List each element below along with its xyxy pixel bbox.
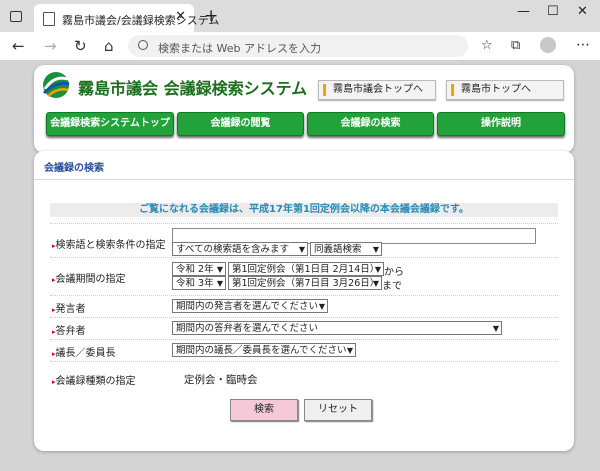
chevron-down-icon: ▼ xyxy=(492,324,499,333)
to-suffix: まで xyxy=(382,281,402,292)
divider xyxy=(34,179,574,180)
nav-label: 会議録の閲覧 xyxy=(210,118,271,129)
address-bar[interactable]: 検索または Web アドレスを入力 xyxy=(128,35,468,57)
nav-browse-records[interactable]: 会議録の閲覧 xyxy=(177,112,304,136)
meeting-type-label: ▸会議録種類の指定 xyxy=(52,376,136,387)
to-year-select[interactable]: 令和 3年 ▼ xyxy=(172,276,226,290)
profile-avatar[interactable] xyxy=(540,37,556,53)
nav-help[interactable]: 操作説明 xyxy=(437,112,565,136)
chevron-down-icon: ▼ xyxy=(298,245,305,254)
chair-label: ▸議長／委員長 xyxy=(52,348,116,359)
tab-title: 霧島市議会/会議録検索システム xyxy=(62,14,220,27)
respondent-select[interactable]: 期間内の答弁者を選んでください ▼ xyxy=(172,321,502,335)
notice-banner: ご覧になれる会議録は、平成17年第1回定例会以降の本会議会議録です。 xyxy=(50,203,558,217)
keyword-row: ▸検索語と検索条件の指定 すべての検索語を含みます ▼ 同義語検索 ▼ xyxy=(50,223,558,256)
city-top-link[interactable]: 霧島市トップへ xyxy=(446,80,564,100)
speaker-select[interactable]: 期間内の発言者を選んでください ▼ xyxy=(172,299,328,313)
panel-title: 会議録の検索 xyxy=(44,163,104,174)
synonym-mode-select[interactable]: 同義語検索 ▼ xyxy=(310,242,382,256)
meeting-type-row: ▸会議録種類の指定 定例会・臨時会 xyxy=(50,361,558,392)
link-marker xyxy=(451,84,454,96)
chevron-down-icon: ▼ xyxy=(372,279,379,288)
chevron-down-icon: ▼ xyxy=(346,346,353,355)
respondent-label: ▸期間内の答弁者を選んでください答弁者 xyxy=(52,326,86,337)
browser-toolbar: ← → ↻ ⌂ 検索または Web アドレスを入力 ☆ ⧉ ⋯ xyxy=(0,32,600,61)
close-tab-icon[interactable]: ✕ xyxy=(175,9,186,24)
minimize-icon[interactable]: — xyxy=(517,4,530,19)
assembly-top-link-label: 霧島市議会トップへ xyxy=(333,84,423,95)
favorites-star-icon[interactable]: ☆ xyxy=(481,38,493,53)
site-header: 霧島市議会 会議録検索システム 霧島市議会トップへ 霧島市トップへ 会議録検索シ… xyxy=(34,65,574,153)
select-value: 期間内の答弁者を選んでください xyxy=(176,323,319,334)
nav-search-records[interactable]: 会議録の検索 xyxy=(307,112,434,136)
home-icon[interactable]: ⌂ xyxy=(104,37,114,55)
chevron-down-icon: ▼ xyxy=(216,279,223,288)
period-label: ▸会議期間の指定 xyxy=(52,274,126,285)
keyword-label: ▸検索語と検索条件の指定 xyxy=(52,240,166,251)
site-title: 霧島市議会 会議録検索システム xyxy=(78,79,308,98)
select-value: 令和 3年 xyxy=(176,278,214,289)
link-marker xyxy=(323,84,326,96)
back-icon[interactable]: ← xyxy=(12,37,25,55)
chevron-down-icon: ▼ xyxy=(318,302,325,311)
button-label: 検索 xyxy=(254,404,274,415)
collections-icon[interactable]: ⧉ xyxy=(511,38,520,53)
from-suffix: から xyxy=(384,267,404,278)
respondent-row: ▸期間内の答弁者を選んでください答弁者 期間内の答弁者を選んでください ▼ xyxy=(50,317,558,337)
speaker-row: ▸発言者 期間内の発言者を選んでください ▼ xyxy=(50,295,558,315)
select-value: すべての検索語を含みます xyxy=(176,244,289,255)
forward-icon[interactable]: → xyxy=(44,37,57,55)
search-button[interactable]: 検索 xyxy=(230,399,298,421)
close-window-icon[interactable]: ✕ xyxy=(577,4,588,19)
nav-system-top[interactable]: 会議録検索システムトップ xyxy=(46,112,174,136)
select-value: 第1回定例会（第7日目 3月26日） xyxy=(232,278,380,289)
address-placeholder: 検索または Web アドレスを入力 xyxy=(158,42,321,55)
select-value: 第1回定例会（第1日目 2月14日） xyxy=(232,264,380,275)
select-value: 令和 2年 xyxy=(176,264,214,275)
assembly-top-link[interactable]: 霧島市議会トップへ xyxy=(318,80,436,100)
meeting-type-option[interactable]: 定例会・臨時会 xyxy=(184,372,258,387)
maximize-icon[interactable]: ☐ xyxy=(547,4,559,19)
reset-button[interactable]: リセット xyxy=(304,399,372,421)
chevron-down-icon: ▼ xyxy=(372,245,379,254)
select-value: 期間内の議長／委員長を選んでください xyxy=(176,345,347,356)
search-panel: 会議録の検索 ご覧になれる会議録は、平成17年第1回定例会以降の本会議会議録です… xyxy=(34,151,574,451)
nav-label: 操作説明 xyxy=(481,118,521,129)
more-menu-icon[interactable]: ⋯ xyxy=(576,37,590,53)
browser-tab[interactable]: 霧島市議会/会議録検索システム ✕ xyxy=(34,4,219,32)
new-tab-icon[interactable]: + xyxy=(204,6,218,26)
nav-label: 会議録の検索 xyxy=(340,118,401,129)
nav-label: 会議録検索システムトップ xyxy=(50,118,170,129)
page-content: 霧島市議会 会議録検索システム 霧島市議会トップへ 霧島市トップへ 会議録検索シ… xyxy=(0,61,600,471)
select-value: 同義語検索 xyxy=(314,244,362,255)
period-row: ▸会議期間の指定 令和 2年 ▼ 第1回定例会（第1日目 2月14日） ▼ から 令… xyxy=(50,257,558,292)
speaker-label: ▸発言者 xyxy=(52,304,86,315)
refresh-icon[interactable]: ↻ xyxy=(74,37,87,55)
from-session-select[interactable]: 第1回定例会（第1日目 2月14日） ▼ xyxy=(228,262,384,276)
chair-row: ▸議長／委員長 期間内の議長／委員長を選んでください ▼ xyxy=(50,339,558,359)
chevron-down-icon: ▼ xyxy=(374,265,381,274)
tab-actions-icon[interactable] xyxy=(10,11,22,22)
keyword-condition-select[interactable]: すべての検索語を含みます ▼ xyxy=(172,242,308,256)
city-top-link-label: 霧島市トップへ xyxy=(461,84,531,95)
page-icon xyxy=(43,12,55,26)
to-session-select[interactable]: 第1回定例会（第7日目 3月26日） ▼ xyxy=(228,276,382,290)
browser-tab-bar: 霧島市議会/会議録検索システム ✕ + — ☐ ✕ xyxy=(0,0,600,32)
chevron-down-icon: ▼ xyxy=(216,265,223,274)
button-label: リセット xyxy=(318,404,358,415)
search-icon xyxy=(138,40,148,50)
from-year-select[interactable]: 令和 2年 ▼ xyxy=(172,262,226,276)
kirishima-logo-icon xyxy=(42,72,70,98)
chair-select[interactable]: 期間内の議長／委員長を選んでください ▼ xyxy=(172,343,356,357)
select-value: 期間内の発言者を選んでください xyxy=(176,301,319,312)
